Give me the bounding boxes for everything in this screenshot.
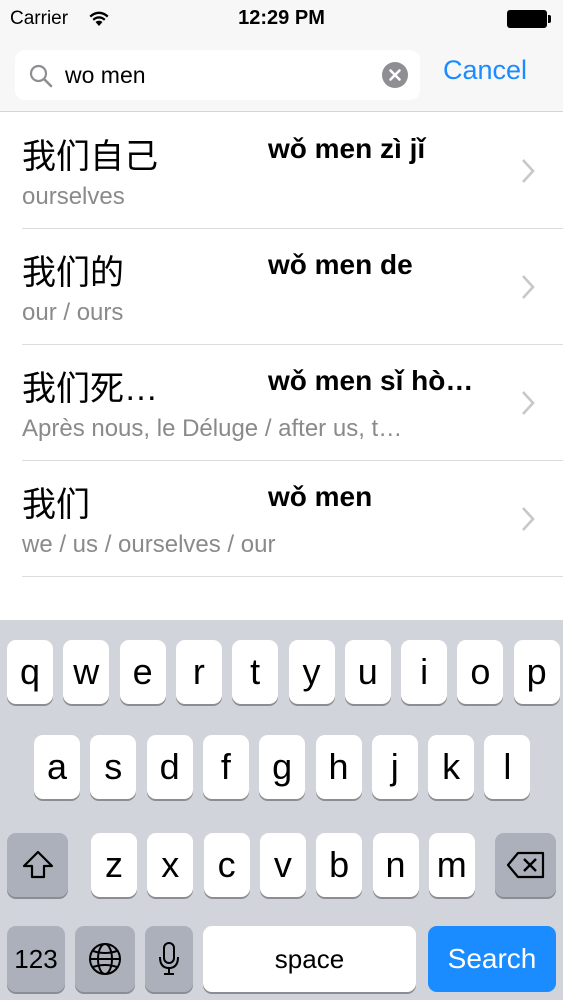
key-r[interactable]: r — [175, 640, 222, 704]
key-u[interactable]: u — [344, 640, 391, 704]
cancel-button[interactable]: Cancel — [443, 55, 527, 86]
list-item[interactable]: 我们 wǒ men we / us / ourselves / our — [0, 461, 563, 577]
key-label: e — [132, 651, 153, 692]
key-label: v — [273, 844, 292, 885]
key-w[interactable]: w — [63, 640, 110, 704]
key-label: x — [161, 844, 180, 885]
key-l[interactable]: l — [484, 735, 531, 799]
microphone-icon — [159, 942, 179, 975]
key-label: z — [105, 844, 123, 885]
chevron-right-icon — [522, 391, 535, 415]
space-key[interactable]: space — [203, 926, 416, 992]
key-label: l — [503, 746, 512, 787]
search-key-label: Search — [447, 943, 537, 974]
key-label: i — [420, 651, 429, 692]
search-key[interactable]: Search — [428, 926, 556, 992]
key-d[interactable]: d — [146, 735, 193, 799]
key-label: d — [159, 746, 180, 787]
key-label: t — [250, 651, 261, 692]
key-label: k — [442, 746, 461, 787]
shift-key[interactable] — [7, 833, 68, 897]
chevron-right-icon — [522, 159, 535, 183]
result-hanzi: 我们自己 — [22, 138, 158, 176]
list-item[interactable]: 我们死… wǒ men sǐ hò… Après nous, le Déluge… — [0, 345, 563, 461]
search-bar: Cancel — [0, 40, 563, 112]
key-h[interactable]: h — [315, 735, 362, 799]
key-label: q — [19, 651, 41, 692]
key-label: a — [46, 746, 68, 787]
key-label: w — [73, 651, 100, 692]
result-meaning: our / ours — [22, 299, 124, 326]
key-j[interactable]: j — [371, 735, 418, 799]
clear-icon[interactable] — [382, 62, 408, 88]
key-c[interactable]: c — [203, 833, 250, 897]
key-label: b — [329, 844, 350, 885]
search-input[interactable] — [65, 58, 375, 92]
key-f[interactable]: f — [202, 735, 249, 799]
delete-key[interactable] — [495, 833, 556, 897]
key-k[interactable]: k — [428, 735, 475, 799]
key-label: c — [217, 844, 236, 885]
key-s[interactable]: s — [90, 735, 137, 799]
key-label: m — [436, 844, 467, 885]
delete-icon — [506, 851, 544, 879]
key-label: j — [390, 746, 399, 787]
list-item[interactable]: 我们自己 wǒ men zì jǐ ourselves — [0, 113, 563, 229]
key-label: r — [192, 651, 205, 692]
key-q[interactable]: q — [7, 640, 53, 704]
result-hanzi: 我们的 — [22, 254, 124, 292]
status-bar: Carrier 12:29 PM — [0, 0, 563, 40]
key-p[interactable]: p — [513, 640, 560, 704]
key-o[interactable]: o — [457, 640, 504, 704]
shift-icon — [22, 850, 53, 879]
key-x[interactable]: x — [147, 833, 194, 897]
result-meaning: we / us / ourselves / our — [22, 531, 276, 558]
dictation-key[interactable] — [145, 926, 193, 992]
result-meaning: Après nous, le Déluge / after us, t… — [22, 415, 403, 442]
key-label: h — [328, 746, 349, 787]
search-icon — [29, 64, 53, 88]
key-label: p — [526, 651, 547, 692]
key-g[interactable]: g — [259, 735, 306, 799]
clock: 12:29 PM — [238, 7, 325, 29]
result-pinyin: wǒ men zì jǐ — [268, 133, 426, 164]
key-t[interactable]: t — [232, 640, 279, 704]
key-label: u — [357, 651, 378, 692]
result-hanzi: 我们死… — [22, 370, 158, 408]
keyboard: qwer tyu iop asdfghj k l zxcvbnm 123 space Sea… — [0, 620, 563, 1000]
space-key-label: space — [274, 944, 345, 974]
search-field[interactable] — [15, 50, 420, 100]
key-label: f — [220, 746, 231, 787]
chevron-right-icon — [522, 275, 535, 299]
key-label: g — [272, 746, 293, 787]
key-b[interactable]: b — [316, 833, 363, 897]
list-item[interactable]: 我们的 wǒ men de our / ours — [0, 229, 563, 345]
key-label: n — [385, 844, 406, 885]
key-label: o — [470, 651, 491, 692]
result-pinyin: wǒ men — [268, 481, 373, 512]
key-label: y — [302, 651, 321, 692]
divider — [22, 576, 563, 577]
globe-key[interactable] — [75, 926, 135, 992]
key-n[interactable]: n — [372, 833, 419, 897]
numbers-key[interactable]: 123 — [7, 926, 65, 992]
result-pinyin: wǒ men de — [268, 249, 413, 280]
key-e[interactable]: e — [119, 640, 166, 704]
results-list: 我们自己 wǒ men zì jǐ ourselves 我们的 wǒ men d… — [0, 113, 563, 577]
key-i[interactable]: i — [401, 640, 448, 704]
result-pinyin: wǒ men sǐ hò… — [268, 365, 474, 396]
key-m[interactable]: m — [428, 833, 475, 897]
key-y[interactable]: y — [288, 640, 335, 704]
result-meaning: ourselves — [22, 183, 125, 210]
globe-icon — [89, 943, 121, 975]
key-label: s — [104, 746, 123, 787]
chevron-right-icon — [522, 507, 535, 531]
key-v[interactable]: v — [259, 833, 306, 897]
battery-icon — [507, 10, 551, 28]
key-a[interactable]: a — [34, 735, 80, 799]
key-z[interactable]: z — [91, 833, 137, 897]
numbers-key-label: 123 — [14, 944, 58, 974]
result-hanzi: 我们 — [22, 486, 90, 524]
